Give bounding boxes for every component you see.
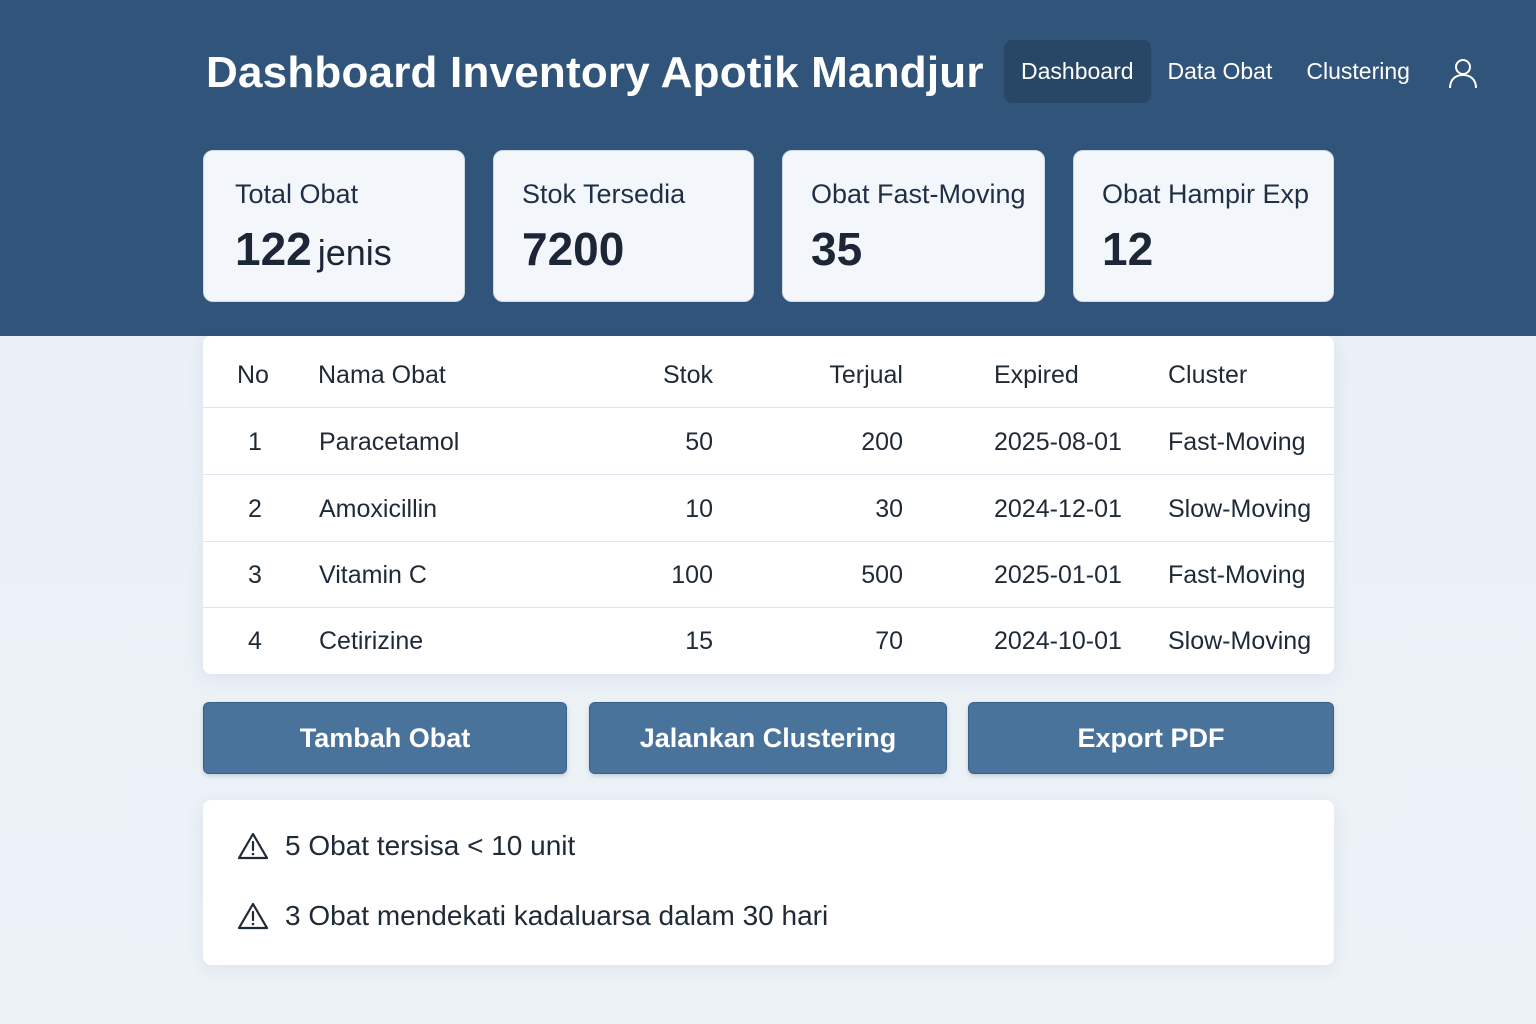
alert-near-expiry: 3 Obat mendekati kadaluarsa dalam 30 har…: [237, 900, 828, 932]
cell-cluster: Slow-Moving: [1168, 494, 1312, 523]
alert-text: 3 Obat mendekati kadaluarsa dalam 30 har…: [285, 900, 829, 931]
tambah-obat-button[interactable]: Tambah Obat: [203, 702, 567, 774]
table-row[interactable]: 4 Cetirizine 15 70 2024-10-01 Slow-Movin…: [203, 608, 1334, 674]
stat-value: 12: [1102, 223, 1154, 275]
cell-no: 1: [248, 427, 262, 456]
stat-value: 122 jenis: [235, 222, 464, 276]
alert-panel: 5 Obat tersisa < 10 unit 3 Obat mendekat…: [203, 800, 1334, 965]
cell-stok: 100: [671, 560, 713, 589]
cell-expired: 2024-10-01: [994, 626, 1122, 655]
cell-no: 2: [248, 494, 262, 523]
top-nav: Dashboard Data Obat Clustering: [1004, 40, 1427, 103]
user-icon[interactable]: [1446, 56, 1480, 90]
stat-card-stok-tersedia: Stok Tersedia 7200: [493, 150, 754, 302]
cell-terjual: 70: [875, 626, 903, 655]
column-header-cluster: Cluster: [1168, 360, 1248, 389]
warning-icon: [237, 832, 269, 860]
cell-terjual: 30: [875, 494, 903, 523]
stat-card-fast-moving: Obat Fast-Moving 35: [782, 150, 1045, 302]
table-row[interactable]: 3 Vitamin C 100 500 2025-01-01 Fast-Movi…: [203, 542, 1334, 608]
cell-stok: 50: [685, 427, 713, 456]
stat-card-hampir-exp: Obat Hampir Exp 12: [1073, 150, 1334, 302]
cell-cluster: Fast-Moving: [1168, 427, 1306, 456]
nav-clustering[interactable]: Clustering: [1289, 40, 1427, 103]
cell-nama-obat: Cetirizine: [319, 626, 424, 655]
nav-dashboard[interactable]: Dashboard: [1004, 40, 1151, 103]
table-header-row: No Nama Obat Stok Terjual Expired Cluste…: [203, 342, 1334, 408]
stat-label: Obat Hampir Exp: [1102, 179, 1310, 209]
column-header-expired: Expired: [994, 360, 1079, 389]
alert-text: 5 Obat tersisa < 10 unit: [285, 830, 576, 861]
cell-expired: 2024-12-01: [994, 494, 1122, 523]
column-header-nama-obat: Nama Obat: [318, 360, 446, 389]
table-row[interactable]: 2 Amoxicillin 10 30 2024-12-01 Slow-Movi…: [203, 476, 1334, 542]
column-header-terjual: Terjual: [829, 360, 903, 389]
column-header-no: No: [237, 360, 269, 389]
stat-value: 7200: [522, 223, 625, 275]
nav-data-obat[interactable]: Data Obat: [1151, 40, 1290, 103]
cell-nama-obat: Paracetamol: [319, 427, 460, 456]
stat-label: Total Obat: [235, 179, 359, 209]
export-pdf-button[interactable]: Export PDF: [968, 702, 1334, 774]
jalankan-clustering-button[interactable]: Jalankan Clustering: [589, 702, 947, 774]
cell-nama-obat: Amoxicillin: [319, 494, 438, 523]
cell-stok: 10: [685, 494, 713, 523]
stat-label: Obat Fast-Moving: [811, 179, 1026, 209]
alert-low-stock: 5 Obat tersisa < 10 unit: [237, 830, 575, 862]
cell-terjual: 500: [861, 560, 903, 589]
cell-nama-obat: Vitamin C: [319, 560, 427, 589]
warning-icon: [237, 902, 269, 930]
stat-card-total-obat: Total Obat 122 jenis: [203, 150, 465, 302]
cell-cluster: Slow-Moving: [1168, 626, 1312, 655]
page-title: Dashboard Inventory Apotik Mandjur: [206, 48, 984, 97]
stat-number: 122: [235, 223, 312, 275]
cell-cluster: Fast-Moving: [1168, 560, 1306, 589]
column-header-stok: Stok: [662, 360, 713, 389]
cell-no: 3: [248, 560, 262, 589]
table-row[interactable]: 1 Paracetamol 50 200 2025-08-01 Fast-Mov…: [203, 409, 1334, 475]
cell-expired: 2025-01-01: [994, 560, 1122, 589]
cell-no: 4: [248, 626, 262, 655]
stat-value: 35: [811, 223, 863, 275]
stat-label: Stok Tersedia: [522, 179, 686, 209]
cell-stok: 15: [685, 626, 713, 655]
stat-unit: jenis: [317, 232, 392, 273]
cell-terjual: 200: [861, 427, 903, 456]
inventory-table: No Nama Obat Stok Terjual Expired Cluste…: [203, 336, 1334, 674]
cell-expired: 2025-08-01: [994, 427, 1122, 456]
